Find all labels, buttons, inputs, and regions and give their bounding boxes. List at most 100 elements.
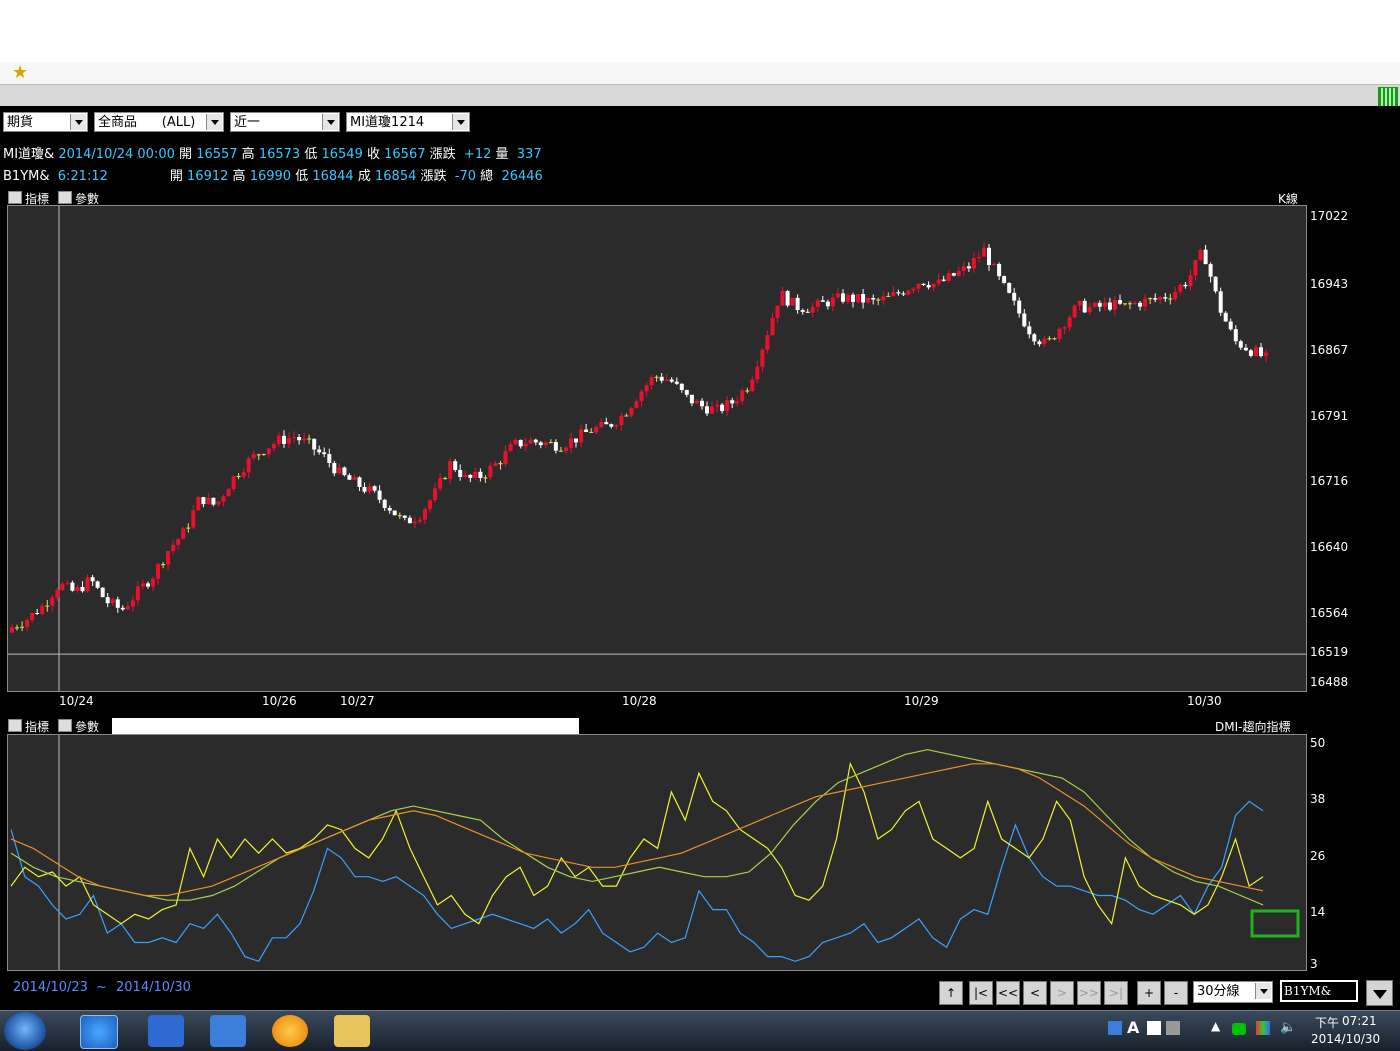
candle	[851, 292, 855, 308]
candle-body	[1042, 338, 1047, 345]
candle	[196, 496, 201, 511]
candle-body	[261, 454, 266, 455]
month-select[interactable]: 近一	[230, 112, 340, 132]
candle-body	[1178, 284, 1183, 292]
candle	[85, 574, 90, 593]
candle	[740, 388, 745, 405]
status-grid-icon[interactable]	[1378, 87, 1398, 107]
clock-date: 2014/10/30	[1311, 1032, 1381, 1046]
candle-body	[392, 510, 397, 516]
keyboard-icon[interactable]	[1166, 1021, 1180, 1035]
indicator-up-icon[interactable]	[8, 191, 22, 204]
candle-body	[528, 439, 533, 444]
candle-body	[1007, 283, 1012, 293]
tray-expand-icon[interactable]: ▲	[1211, 1019, 1220, 1033]
candle-body	[760, 349, 765, 367]
candle	[1193, 259, 1198, 281]
candle	[856, 294, 861, 304]
market-select[interactable]: 期貨	[3, 112, 88, 132]
candle-body	[352, 477, 357, 480]
candle-body	[705, 406, 709, 414]
ime-icon[interactable]	[1108, 1021, 1122, 1035]
candle	[1203, 244, 1208, 265]
params-down-icon[interactable]	[58, 719, 72, 732]
candle-body	[976, 256, 981, 259]
interval-select[interactable]: 30分線	[1193, 981, 1273, 1003]
chat-app-icon[interactable]	[272, 1015, 308, 1047]
chevron-down-icon[interactable]	[206, 114, 222, 130]
nav-last-button[interactable]: >|	[1104, 981, 1128, 1005]
candle-body	[1153, 298, 1158, 300]
zoom-in-button[interactable]: +	[1137, 981, 1161, 1005]
candle-body	[1228, 321, 1233, 330]
candle-body	[35, 613, 40, 614]
candle	[664, 374, 669, 382]
nav-prev-button[interactable]: <	[1023, 981, 1047, 1005]
nav-next-button[interactable]: >	[1050, 981, 1074, 1005]
candle	[120, 605, 125, 611]
candle-body	[1148, 298, 1153, 300]
candle-body	[971, 258, 976, 269]
candle-body	[433, 488, 437, 501]
chevron-down-icon[interactable]	[1255, 983, 1271, 999]
indicator-input[interactable]	[112, 718, 579, 734]
symbol-input[interactable]: B1YM&	[1280, 980, 1358, 1002]
candle-body	[287, 437, 291, 444]
candle	[156, 562, 160, 585]
candle	[654, 375, 659, 382]
candle	[246, 456, 251, 478]
media-player-icon[interactable]	[148, 1015, 184, 1047]
nav-up-button[interactable]: ↑	[939, 981, 963, 1005]
candle	[760, 348, 765, 373]
candle	[649, 375, 654, 390]
candle	[70, 580, 75, 592]
nav-next-page-button[interactable]: >>	[1077, 981, 1101, 1005]
candle-body	[45, 605, 50, 607]
candle-body	[1188, 275, 1193, 287]
nav-prev-page-button[interactable]: <<	[996, 981, 1020, 1005]
dmi-panel[interactable]	[7, 734, 1307, 971]
y-tick-label: 16519	[1310, 645, 1349, 660]
favorites-star-icon[interactable]: ★	[12, 62, 28, 84]
candle	[982, 241, 986, 257]
product-select[interactable]: 全商品 (ALL)	[94, 112, 224, 132]
ie-browser-icon[interactable]	[80, 1015, 118, 1049]
candle	[231, 475, 236, 492]
indicator-label-2[interactable]: 指標	[25, 718, 49, 735]
candle	[1243, 344, 1248, 352]
folder-icon[interactable]	[334, 1015, 370, 1047]
candle	[100, 587, 105, 598]
line-app-icon[interactable]	[1232, 1023, 1246, 1035]
candle	[1037, 339, 1042, 347]
candle-body	[825, 301, 830, 307]
y-tick-label: 16791	[1310, 409, 1349, 424]
candle	[992, 262, 996, 266]
ime-mode[interactable]: A	[1127, 1018, 1139, 1037]
ime-fullwidth-icon[interactable]	[1147, 1021, 1161, 1035]
candle	[443, 476, 448, 480]
dropdown-button[interactable]	[1366, 980, 1393, 1006]
chevron-down-icon[interactable]	[70, 114, 86, 130]
candle-body	[901, 293, 906, 295]
candle	[20, 621, 25, 632]
candle-body	[941, 279, 946, 281]
candle	[1017, 297, 1022, 318]
candle	[1213, 276, 1218, 294]
start-button-icon[interactable]	[4, 1012, 46, 1050]
params-down-icon[interactable]	[58, 191, 72, 204]
candle	[402, 515, 407, 521]
zoom-out-button[interactable]: -	[1164, 981, 1188, 1005]
trading-app-icon[interactable]	[210, 1015, 246, 1047]
chevron-down-icon[interactable]	[452, 114, 468, 130]
indicator-up-icon[interactable]	[8, 719, 22, 732]
candle	[95, 580, 100, 590]
chevron-down-icon[interactable]	[322, 114, 338, 130]
network-icon[interactable]	[1256, 1021, 1270, 1035]
volume-icon[interactable]: 🔈	[1280, 1020, 1296, 1035]
params-label-2[interactable]: 參數	[75, 718, 99, 735]
contract-select[interactable]: MI道瓊1214	[346, 112, 470, 132]
candle	[1052, 337, 1057, 341]
candlestick-panel[interactable]	[7, 205, 1307, 692]
candle	[589, 428, 594, 433]
nav-first-button[interactable]: |<	[969, 981, 993, 1005]
